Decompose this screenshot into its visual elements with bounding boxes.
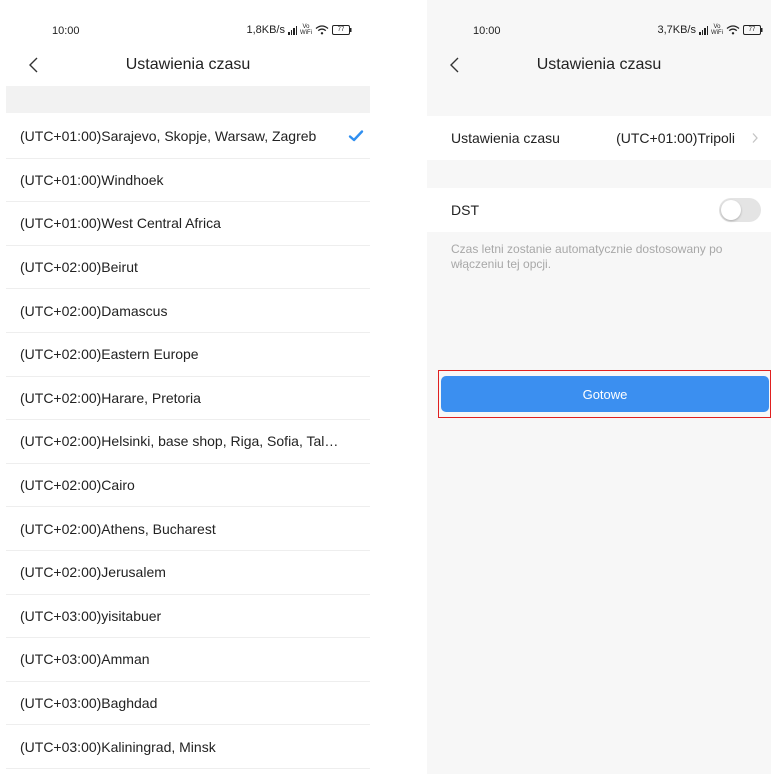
volte-icon: Vo WiFi xyxy=(300,24,312,36)
timezone-label: (UTC+02:00)Harare, Pretoria xyxy=(20,389,201,406)
timezone-label: (UTC+03:00)Baghdad xyxy=(20,695,158,712)
time-setting-row[interactable]: Ustawienia czasu (UTC+01:00)Tripoli xyxy=(427,116,771,160)
timezone-label: (UTC+02:00)Athens, Bucharest xyxy=(20,520,216,537)
timezone-item[interactable]: (UTC+03:00)Amman xyxy=(6,638,370,682)
status-indicators: 1,8KB/s Vo WiFi 77 xyxy=(246,24,352,36)
timezone-item[interactable]: (UTC+01:00)West Central Africa xyxy=(6,202,370,246)
timezone-item[interactable]: (UTC+01:00)Sarajevo, Skopje, Warsaw, Zag… xyxy=(6,115,370,159)
wifi-calling-label: WiFi xyxy=(300,30,312,36)
timezone-label: (UTC+01:00)Sarajevo, Skopje, Warsaw, Zag… xyxy=(20,128,317,145)
wifi-icon xyxy=(726,25,740,35)
signal-icon xyxy=(288,25,297,35)
nav-bar: Ustawienia czasu xyxy=(6,44,370,86)
timezone-item[interactable]: (UTC+02:00)Cairo xyxy=(6,464,370,508)
volte-icon: Vo WiFi xyxy=(711,24,723,36)
dst-label: DST xyxy=(451,202,479,218)
timezone-label: (UTC+02:00)Jerusalem xyxy=(20,564,166,581)
time-setting-value: (UTC+01:00)Tripoli xyxy=(616,130,735,146)
timezone-item[interactable]: (UTC+02:00)Beirut xyxy=(6,246,370,290)
timezone-label: (UTC+01:00)Windhoek xyxy=(20,171,164,188)
dst-description: Czas letni zostanie automatycznie dostos… xyxy=(451,242,723,271)
timezone-label: (UTC+02:00)Damascus xyxy=(20,302,168,319)
page-title: Ustawienia czasu xyxy=(536,56,662,73)
timezone-item[interactable]: (UTC+02:00)Athens, Bucharest xyxy=(6,507,370,551)
status-indicators: 3,7KB/s Vo WiFi 77 xyxy=(657,24,763,36)
page-title: Ustawienia czasu xyxy=(125,56,251,73)
timezone-label: (UTC+02:00)Beirut xyxy=(20,259,138,276)
timezone-label: (UTC+03:00)Kaliningrad, Minsk xyxy=(20,738,216,755)
status-time: 10:00 xyxy=(52,25,80,37)
timezone-item[interactable]: (UTC+03:00)yisitabuer xyxy=(6,595,370,639)
dst-toggle[interactable] xyxy=(719,198,761,222)
chevron-right-icon xyxy=(751,131,759,143)
toggle-knob xyxy=(721,200,741,220)
network-speed: 1,8KB/s xyxy=(246,24,285,36)
time-settings-screen: 10:00 3,7KB/s Vo WiFi 77 Ustawienia czasu… xyxy=(427,0,771,774)
timezone-item[interactable]: (UTC+03:00)Baghdad xyxy=(6,682,370,726)
timezone-list: (UTC+01:00)Sarajevo, Skopje, Warsaw, Zag… xyxy=(6,115,370,769)
timezone-label: (UTC+03:00)yisitabuer xyxy=(20,607,162,624)
timezone-item[interactable]: (UTC+02:00)Damascus xyxy=(6,289,370,333)
timezone-item[interactable]: (UTC+02:00)Harare, Pretoria xyxy=(6,377,370,421)
wifi-calling-label: WiFi xyxy=(711,30,723,36)
timezone-label: (UTC+02:00)Helsinki, base shop, Riga, So… xyxy=(20,433,340,450)
battery-icon: 77 xyxy=(743,25,763,35)
time-setting-label: Ustawienia czasu xyxy=(451,130,560,146)
timezone-item[interactable]: (UTC+03:00)Kaliningrad, Minsk xyxy=(6,725,370,769)
timezone-item[interactable]: (UTC+02:00)Helsinki, base shop, Riga, So… xyxy=(6,420,370,464)
status-time: 10:00 xyxy=(473,25,501,37)
battery-icon: 77 xyxy=(332,25,352,35)
timezone-item[interactable]: (UTC+02:00)Jerusalem xyxy=(6,551,370,595)
wifi-icon xyxy=(315,25,329,35)
timezone-label: (UTC+02:00)Cairo xyxy=(20,477,135,494)
battery-level: 77 xyxy=(337,27,345,33)
section-spacer xyxy=(6,86,370,113)
timezone-item[interactable]: (UTC+02:00)Eastern Europe xyxy=(6,333,370,377)
network-speed: 3,7KB/s xyxy=(657,24,696,36)
timezone-label: (UTC+03:00)Amman xyxy=(20,651,150,668)
nav-bar: Ustawienia czasu xyxy=(427,44,771,86)
timezone-label: (UTC+02:00)Eastern Europe xyxy=(20,346,199,363)
timezone-label: (UTC+01:00)West Central Africa xyxy=(20,215,221,232)
dst-row: DST xyxy=(427,188,771,232)
timezone-item[interactable]: (UTC+01:00)Windhoek xyxy=(6,159,370,203)
done-button[interactable]: Gotowe xyxy=(441,376,769,412)
timezone-list-screen: 10:00 1,8KB/s Vo WiFi 77 Ustawienia czasu… xyxy=(6,0,370,774)
checkmark-icon xyxy=(348,129,364,143)
battery-level: 77 xyxy=(748,27,756,33)
signal-icon xyxy=(699,25,708,35)
